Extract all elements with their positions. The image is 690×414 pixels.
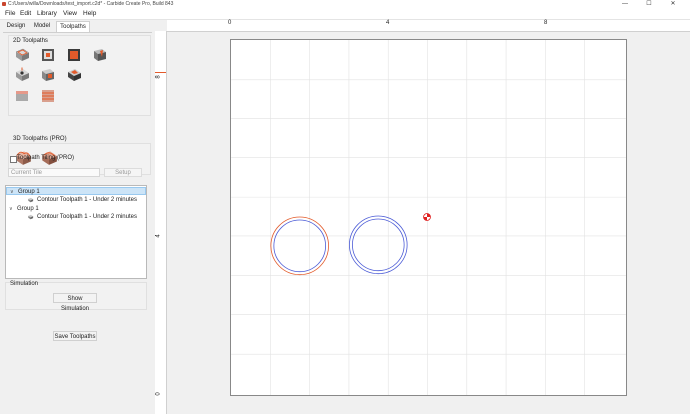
menu-edit[interactable]: Edit [20,10,31,17]
vcarve-toolpath-icon[interactable] [92,47,108,63]
simulation-label: Simulation [10,281,39,287]
chevron-down-icon[interactable]: ∨ [9,205,13,213]
simulation-group: Simulation Show Simulation [5,281,147,312]
minimize-button[interactable]: — [616,0,634,9]
ruler-top-label: 0 [228,20,232,26]
vector-circle-right-outer [349,215,408,275]
tree-toolpath-row[interactable]: Contour Toolpath 1 - Under 2 minutes [6,196,146,204]
close-button[interactable]: ✕ [664,0,682,9]
ruler-top-label: 4 [386,20,390,26]
texture-toolpath-icon[interactable] [40,67,56,83]
save-toolpaths-button[interactable]: Save Toolpaths [53,331,97,341]
toolpaths-3d-label: 3D Toolpaths (PRO) [13,136,67,142]
window-title: C:/Users/willa/Downloads/test_import.c2d… [8,1,174,7]
design-workspace[interactable] [230,39,627,396]
chamfer-toolpath-icon[interactable] [14,88,30,104]
tree-group-label: Group 1 [18,189,40,195]
app-icon [2,2,6,6]
menu-bar: File Edit Library View Help [0,9,690,20]
menu-help[interactable]: Help [83,10,96,17]
menu-file[interactable]: File [5,10,15,17]
ruler-top-label: 8 [544,20,548,26]
toolpaths-2d-group: 2D Toolpaths [8,35,151,116]
left-panel: Design Model Toolpaths 2D Toolpaths 3D T… [0,20,154,414]
tree-toolpath-label: Contour Toolpath 1 - Under 2 minutes [37,214,137,220]
drill-toolpath-icon[interactable] [14,67,30,83]
ruler-left-label: 8 [155,75,162,79]
advanced-vcarve-icon[interactable] [66,47,82,63]
contour-toolpath-icon [28,214,34,220]
ruler-top: 0 4 8 [167,20,690,32]
toolpaths-2d-label: 2D Toolpaths [13,38,48,44]
facing-toolpath-icon[interactable] [40,88,56,104]
contour-toolpath-icon[interactable] [14,47,30,63]
ruler-left: 8 4 0 [155,31,167,414]
tree-toolpath-row[interactable]: Contour Toolpath 1 - Under 2 minutes [6,213,146,221]
vector-circle-left [273,219,326,273]
engrave-toolpath-icon[interactable] [66,67,82,83]
current-tile-select[interactable]: Current Tile [8,168,100,177]
toolpath-tiling-checkbox[interactable] [10,156,17,163]
menu-library[interactable]: Library [37,10,57,17]
toolpath-tree: ∨ Group 1 Contour Toolpath 1 - Under 2 m… [5,185,147,279]
ruler-marker [155,72,166,73]
tile-setup-button[interactable]: Setup [104,168,142,177]
tree-toolpath-label: Contour Toolpath 1 - Under 2 minutes [37,197,137,203]
origin-marker-icon [423,213,431,221]
tab-toolpaths[interactable]: Toolpaths [56,21,90,32]
toolpath-tiling-label: Toolpath Tiling (PRO) [17,155,75,161]
show-simulation-button[interactable]: Show Simulation [53,293,97,312]
ruler-left-label: 0 [155,392,162,396]
contour-toolpath-icon [28,197,34,203]
ruler-left-label: 4 [155,234,162,238]
toolpath-circle-outer [270,216,329,276]
tab-model[interactable]: Model [31,21,53,31]
tree-group-row[interactable]: ∨ Group 1 [6,187,146,195]
menu-view[interactable]: View [63,10,77,17]
pocket-toolpath-icon[interactable] [40,47,56,63]
vector-circle-right-inner [352,218,405,272]
tree-group-row[interactable]: ∨ Group 1 [6,205,146,213]
chevron-down-icon[interactable]: ∨ [10,188,14,196]
maximize-button[interactable]: ☐ [640,0,658,9]
tree-group-label: Group 1 [17,206,39,212]
title-bar: C:/Users/willa/Downloads/test_import.c2d… [0,0,690,9]
tab-design[interactable]: Design [4,21,28,31]
